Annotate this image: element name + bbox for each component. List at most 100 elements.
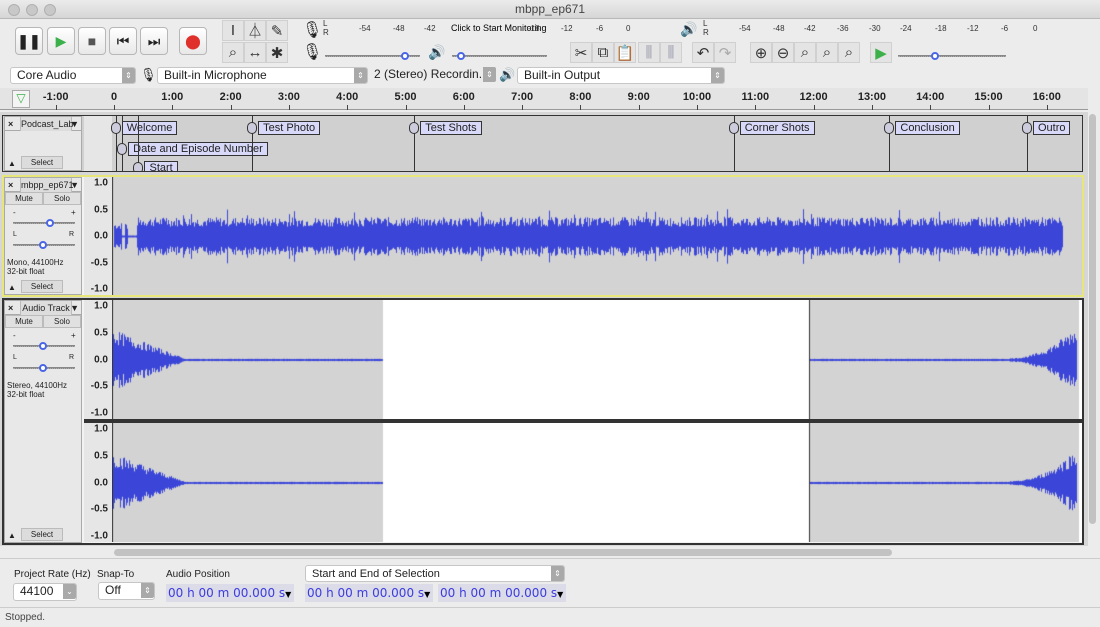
mute-button[interactable]: Mute [5,315,43,328]
selection-mode-select[interactable]: Start and End of Selection⇕ [305,565,565,582]
zoom-out-button[interactable]: ⊖ [772,42,794,63]
solo-button[interactable]: Solo [43,315,81,328]
recording-volume-slider[interactable] [325,55,420,57]
record-meter[interactable]: L R -54 -48 -42 Click to Start Monitorin… [323,19,658,37]
label-handle-icon[interactable] [133,162,143,171]
label-handle-icon[interactable] [111,122,121,134]
close-track-icon[interactable]: × [8,178,13,192]
trim-button[interactable]: ⫼ [638,42,660,63]
pause-button[interactable]: ❚❚ [15,27,43,55]
waveform-right-channel[interactable] [112,423,1082,542]
playback-meter[interactable]: L R -54 -48 -42 -36 -30 -24 -18 -12 -6 0 [703,19,1043,37]
label[interactable]: Outro [1033,121,1071,135]
envelope-tool[interactable]: ⏃ [244,20,266,41]
redo-button[interactable]: ↷ [714,42,736,63]
labels-area[interactable]: Welcome Date and Episode Number Start Test … [0,116,1082,171]
gain-slider[interactable] [13,345,75,347]
label-handle-icon[interactable] [729,122,739,134]
vertical-scrollbar[interactable] [1089,114,1096,524]
label-handle-icon[interactable] [247,122,257,134]
play-button[interactable]: ▶ [47,27,75,55]
minimize-window-button[interactable] [26,4,38,16]
multi-tool[interactable]: ✱ [266,42,288,63]
dropdown-icon[interactable]: ▼ [70,301,79,315]
slider-knob[interactable] [39,241,47,249]
close-window-button[interactable] [8,4,20,16]
microphone-icon[interactable]: 🎙 [302,20,322,40]
mute-button[interactable]: Mute [5,192,43,205]
close-track-icon[interactable]: × [8,301,13,315]
gain-slider[interactable] [13,222,75,224]
slider-knob[interactable] [401,52,409,60]
label[interactable]: Test Photo [258,121,320,135]
slider-knob[interactable] [39,364,47,372]
audio-host-value: Core Audio [17,68,76,82]
recording-device-select[interactable]: Built-in Microphone⇕ [157,67,368,84]
timeline-ruler[interactable]: ▽ -1:0001:002:003:004:005:006:007:008:00… [0,88,1088,110]
pan-slider[interactable] [13,244,75,246]
waveform-left-channel[interactable] [112,300,1082,419]
snap-to-select[interactable]: Off⇕ [98,582,155,600]
copy-button[interactable]: ⧉ [592,42,614,63]
label[interactable]: Test Shots [420,121,481,135]
skip-to-end-button[interactable]: ⏭ [140,27,168,55]
label[interactable]: Welcome [122,121,178,135]
zoom-out-icon: ⊖ [777,44,790,62]
track-name-menu[interactable]: mbpp_ep671 [20,178,72,192]
paste-button[interactable]: 📋 [614,42,636,63]
undo-button[interactable]: ↶ [692,42,714,63]
label[interactable]: Date and Episode Number [128,142,268,156]
label[interactable]: Start [144,161,177,171]
slider-knob[interactable] [39,342,47,350]
record-button[interactable]: ⬤ [179,27,207,55]
silence-button[interactable]: ⫼ [660,42,682,63]
label-handle-icon[interactable] [409,122,419,134]
play-at-speed-slider[interactable] [898,55,1006,57]
selection-end-field[interactable]: 00 h 00 m 00.000 s▼ [438,584,566,602]
speaker-icon[interactable]: 🔊 [680,21,697,38]
label-handle-icon[interactable] [884,122,894,134]
slider-knob[interactable] [931,52,939,60]
selection-start-field[interactable]: 00 h 00 m 00.000 s▼ [305,584,433,602]
audio-host-select[interactable]: Core Audio ⇕ [10,67,136,84]
time-shift-tool[interactable]: ↔ [244,42,266,63]
label-handle-icon[interactable] [1022,122,1032,134]
label-handle-icon[interactable] [117,143,127,155]
stop-button[interactable]: ■ [78,27,106,55]
zoom-toggle-button[interactable]: ⌕ [838,42,860,63]
fit-project-button[interactable]: ⌕ [816,42,838,63]
slider-knob[interactable] [46,219,54,227]
zoom-window-button[interactable] [44,4,56,16]
slider-knob[interactable] [457,52,465,60]
zoom-in-button[interactable]: ⊕ [750,42,772,63]
play-at-speed-button[interactable]: ▶ [870,42,892,63]
vertical-scale[interactable]: 1.00.50.0-0.5-1.0 [84,300,112,419]
label[interactable]: Corner Shots [740,121,815,135]
pan-slider[interactable] [13,367,75,369]
select-track-button[interactable]: Select [21,528,63,541]
cut-button[interactable]: ✂ [570,42,592,63]
draw-tool[interactable]: ✎ [266,20,288,41]
track-name-menu[interactable]: Audio Track [20,301,72,315]
dropdown-icon[interactable]: ▼ [70,178,79,192]
waveform[interactable] [112,177,1082,295]
collapse-icon[interactable]: ▲ [8,283,16,292]
playback-device-select[interactable]: Built-in Output⇕ [517,67,725,84]
label[interactable]: Conclusion [895,121,959,135]
vertical-scale[interactable]: 1.00.50.0-0.5-1.0 [84,423,112,542]
vertical-scale[interactable]: 1.00.50.0-0.5-1.0 [84,177,112,295]
solo-button[interactable]: Solo [43,192,81,205]
zoom-tool[interactable]: ⌕ [222,42,244,63]
selection-tool[interactable]: I [222,20,244,41]
skip-to-start-button[interactable]: ⏮ [109,27,137,55]
chevron-updown-icon: ⇕ [122,68,135,83]
project-rate-select[interactable]: 44100⌄ [13,583,77,601]
fit-selection-button[interactable]: ⌕ [794,42,816,63]
horizontal-scrollbar[interactable] [114,549,892,556]
pin-play-head-button[interactable]: ▽ [12,90,30,108]
collapse-icon[interactable]: ▲ [8,531,16,540]
playback-volume-slider[interactable] [452,55,547,57]
audio-position-field[interactable]: 00 h 00 m 00.000 s▼ [166,584,294,602]
recording-channels-select[interactable]: 2 (Stereo) Recordin...⇕ [368,67,496,84]
select-track-button[interactable]: Select [21,280,63,293]
